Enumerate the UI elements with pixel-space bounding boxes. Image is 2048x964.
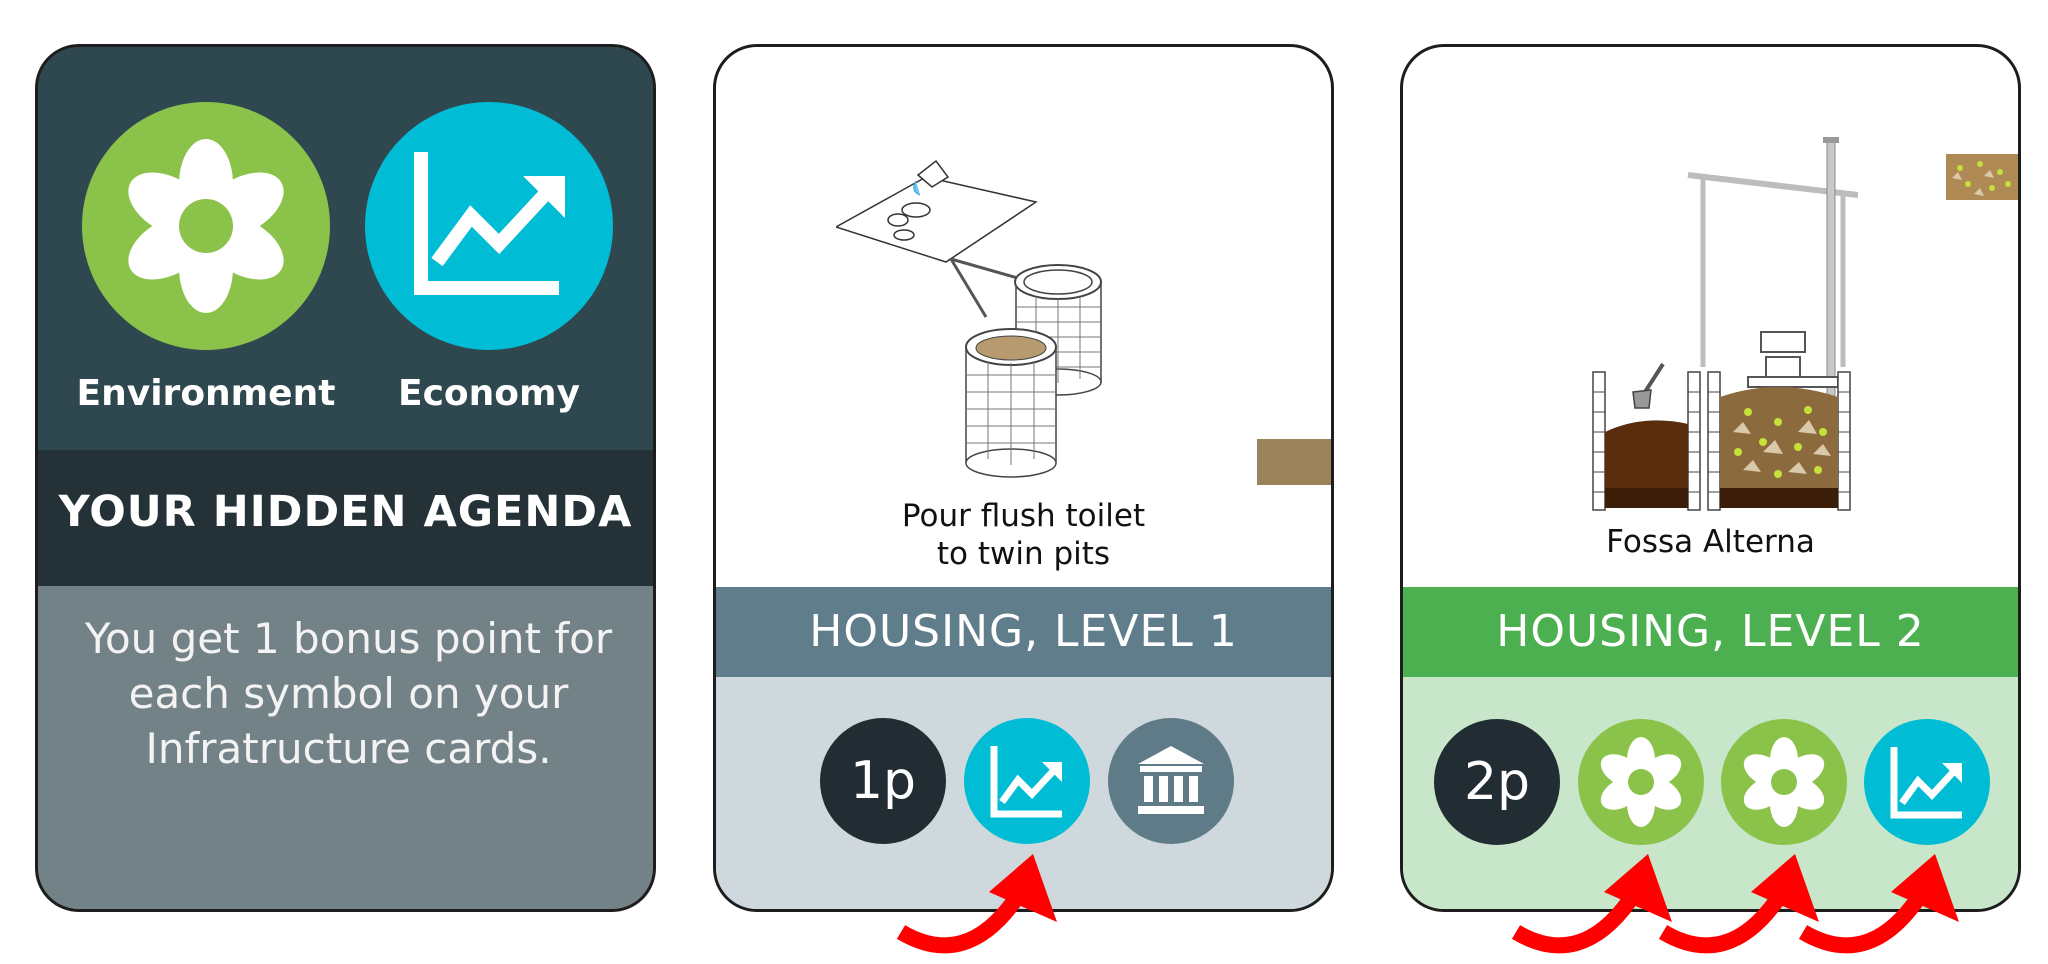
rising-chart-icon	[414, 152, 565, 295]
rising-chart-icon	[990, 746, 1062, 818]
economy-label: Economy	[397, 373, 580, 414]
points-label: 2p	[1463, 752, 1531, 812]
environment-symbol	[82, 102, 330, 350]
hidden-agenda-card[interactable]: Environment Economy YOUR HIDDEN AGENDA Y…	[35, 44, 656, 912]
points-token: 1p	[820, 718, 946, 844]
points-label: 1p	[849, 751, 917, 811]
soil-swatch	[1257, 439, 1331, 485]
governance-token	[1108, 718, 1234, 844]
agenda-description: You get 1 bonus point for each symbol on…	[84, 614, 613, 773]
card-category-band: HOUSING, LEVEL 1	[716, 587, 1331, 677]
flower-icon	[1600, 737, 1682, 827]
environment-token	[1578, 719, 1704, 845]
rising-chart-icon	[1890, 747, 1962, 819]
economy-token	[964, 718, 1090, 844]
compost-texture-icon	[1952, 161, 2011, 196]
card-caption: Fossa Alterna	[1606, 524, 1815, 560]
housing-level-1-card[interactable]: Pour flush toilet to twin pits HOUSING, …	[713, 44, 1334, 912]
government-building-icon	[1138, 746, 1204, 814]
red-arrow-icon	[896, 854, 1057, 954]
fossa-alterna-illustration	[1592, 137, 1859, 511]
card-category-band: HOUSING, LEVEL 2	[1403, 587, 2018, 677]
red-arrow-icon	[1798, 854, 1959, 954]
flower-icon	[1743, 737, 1825, 827]
twin-pit-toilet-illustration	[836, 159, 1102, 478]
agenda-title: YOUR HIDDEN AGENDA	[58, 487, 633, 537]
card-caption-line-2: to twin pits	[936, 536, 1111, 572]
points-token: 2p	[1434, 719, 1560, 845]
economy-token	[1864, 719, 1990, 845]
environment-token	[1721, 719, 1847, 845]
housing-level-2-card[interactable]: Fossa Alterna HOUSING, LEVEL 2 2p	[1400, 44, 2021, 912]
economy-symbol	[365, 102, 613, 350]
card-caption-line-1: Pour flush toilet	[901, 498, 1146, 534]
flower-icon	[128, 139, 284, 313]
environment-label: Environment	[76, 373, 336, 414]
compost-swatch	[1946, 154, 2018, 200]
